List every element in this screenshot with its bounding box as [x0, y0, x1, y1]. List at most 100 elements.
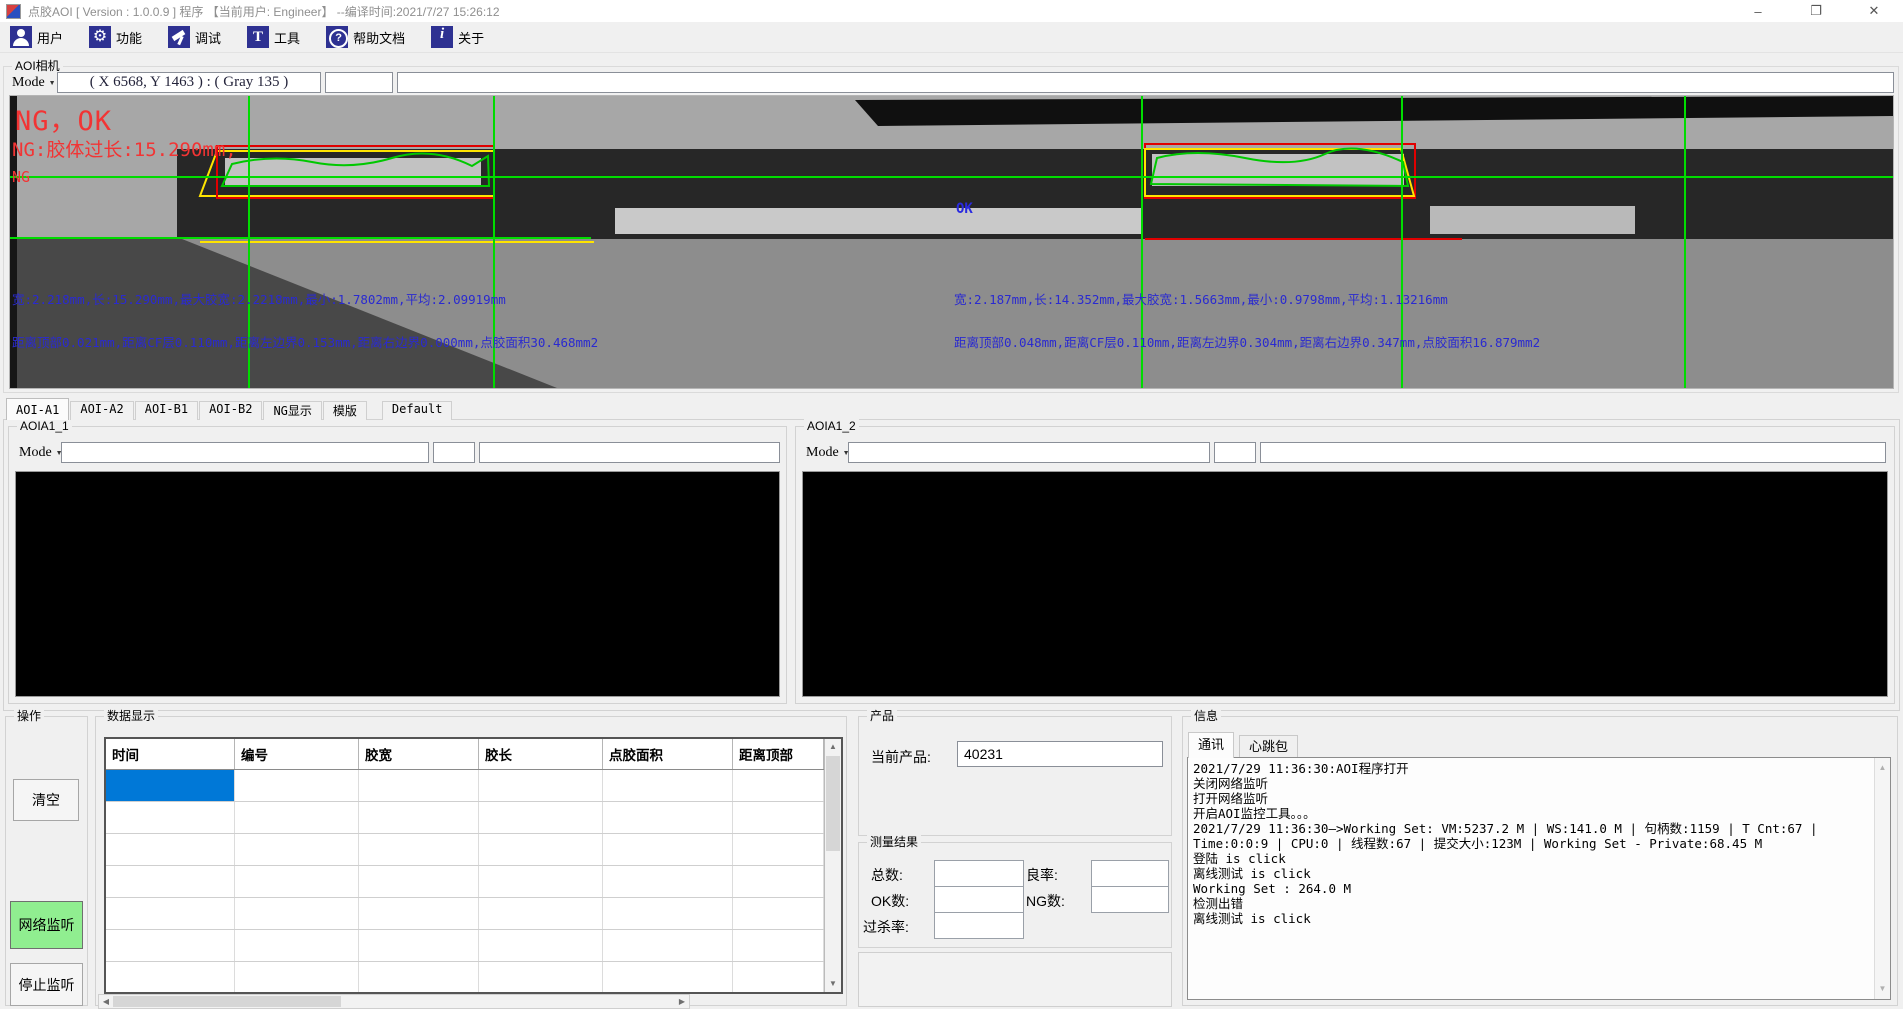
table-cell[interactable] [359, 930, 479, 961]
clear-button[interactable]: 清空 [13, 779, 79, 821]
table-cell[interactable] [733, 834, 824, 865]
scroll-down-icon[interactable]: ▼ [1875, 981, 1890, 997]
toolbar-item-about[interactable]: 关于 [431, 26, 484, 48]
table-cell[interactable] [479, 770, 603, 801]
tab-aoi-b2[interactable]: AOI-B2 [199, 401, 262, 420]
table-cell[interactable] [733, 962, 824, 993]
ng-count-field[interactable] [1091, 886, 1169, 913]
log-vertical-scrollbar[interactable]: ▲ ▼ [1874, 758, 1890, 999]
table-cell[interactable] [235, 834, 359, 865]
table-cell[interactable] [359, 802, 479, 833]
table-cell[interactable] [106, 962, 235, 993]
column-header-time[interactable]: 时间 [106, 739, 235, 769]
camera-field-2[interactable] [325, 72, 393, 93]
table-cell[interactable] [479, 866, 603, 897]
table-cell[interactable] [235, 802, 359, 833]
table-cell[interactable] [733, 930, 824, 961]
total-field[interactable] [934, 860, 1024, 887]
column-header-glue-area[interactable]: 点胶面积 [603, 739, 733, 769]
yield-field[interactable] [1091, 860, 1169, 887]
column-header-glue-length[interactable]: 胶长 [479, 739, 603, 769]
tab-comm[interactable]: 通讯 [1188, 732, 1234, 758]
column-header-glue-width[interactable]: 胶宽 [359, 739, 479, 769]
left-field-1[interactable] [61, 442, 429, 463]
table-cell[interactable] [359, 770, 479, 801]
overkill-field[interactable] [934, 912, 1024, 939]
tab-aoi-a2[interactable]: AOI-A2 [70, 401, 133, 420]
network-listen-button[interactable]: 网络监听 [10, 901, 83, 949]
table-cell[interactable] [603, 930, 733, 961]
table-cell[interactable] [359, 834, 479, 865]
table-cell[interactable] [733, 898, 824, 929]
table-cell[interactable] [603, 898, 733, 929]
table-cell[interactable] [235, 770, 359, 801]
left-image-view[interactable] [15, 471, 780, 697]
table-cell[interactable] [235, 898, 359, 929]
column-header-id[interactable]: 编号 [235, 739, 359, 769]
table-cell[interactable] [479, 930, 603, 961]
tab-template[interactable]: 模版 [323, 401, 367, 420]
scroll-up-icon[interactable]: ▲ [825, 739, 841, 755]
scroll-up-icon[interactable]: ▲ [1875, 760, 1890, 776]
table-cell[interactable] [479, 834, 603, 865]
tab-heartbeat[interactable]: 心跳包 [1239, 735, 1298, 757]
scroll-left-icon[interactable]: ◀ [99, 995, 113, 1008]
left-field-3[interactable] [479, 442, 780, 463]
toolbar-item-help[interactable]: 帮助文档 [326, 26, 405, 48]
table-cell[interactable] [603, 834, 733, 865]
camera-mode-dropdown[interactable]: Mode ▼ [8, 73, 54, 93]
tab-aoi-b1[interactable]: AOI-B1 [135, 401, 198, 420]
table-cell[interactable] [603, 770, 733, 801]
tab-default[interactable]: Default [382, 401, 453, 420]
table-cell[interactable] [603, 962, 733, 993]
tab-aoi-a1[interactable]: AOI-A1 [6, 398, 69, 420]
table-vertical-scrollbar[interactable]: ▲ ▼ [824, 739, 841, 992]
toolbar-item-user[interactable]: 用户 [10, 26, 63, 48]
restore-button[interactable]: ❐ [1787, 0, 1845, 22]
table-cell[interactable] [106, 866, 235, 897]
toolbar-item-functions[interactable]: 功能 [89, 26, 142, 48]
table-cell[interactable] [603, 802, 733, 833]
table-cell[interactable] [106, 930, 235, 961]
table-cell[interactable] [235, 930, 359, 961]
scroll-right-icon[interactable]: ▶ [675, 995, 689, 1008]
table-cell[interactable] [106, 834, 235, 865]
table-cell[interactable] [359, 866, 479, 897]
camera-image[interactable]: NG，OK NG:胶体过长:15.290mm, NG OK 宽:2.218mm,… [9, 95, 1894, 389]
table-cell[interactable] [106, 802, 235, 833]
table-cell[interactable] [603, 866, 733, 897]
table-cell-selected[interactable] [106, 770, 235, 801]
table-cell[interactable] [235, 866, 359, 897]
table-cell[interactable] [479, 962, 603, 993]
camera-field-3[interactable] [397, 72, 1894, 93]
scroll-down-icon[interactable]: ▼ [825, 976, 841, 992]
table-cell[interactable] [106, 898, 235, 929]
right-mode-dropdown[interactable]: Mode ▼ [802, 443, 848, 463]
right-field-3[interactable] [1260, 442, 1886, 463]
scrollbar-thumb[interactable] [826, 756, 840, 851]
table-cell[interactable] [359, 898, 479, 929]
table-cell[interactable] [479, 898, 603, 929]
table-cell[interactable] [733, 866, 824, 897]
tab-ng-display[interactable]: NG显示 [263, 401, 321, 420]
log-output[interactable]: 2021/7/29 11:36:30:AOI程序打开 关闭网络监听 打开网络监听… [1187, 757, 1891, 1000]
table-cell[interactable] [359, 962, 479, 993]
right-field-2[interactable] [1214, 442, 1256, 463]
column-header-distance-top[interactable]: 距离顶部 [733, 739, 824, 769]
ok-count-field[interactable] [934, 886, 1024, 913]
left-mode-dropdown[interactable]: Mode ▼ [15, 443, 61, 463]
scrollbar-thumb[interactable] [113, 996, 341, 1007]
close-button[interactable]: ✕ [1845, 0, 1903, 22]
stop-listen-button[interactable]: 停止监听 [10, 963, 83, 1006]
current-product-field[interactable]: 40231 [957, 741, 1163, 767]
table-cell[interactable] [733, 802, 824, 833]
camera-coordinate-field[interactable]: ( X 6568, Y 1463 ) : ( Gray 135 ) [57, 72, 321, 93]
minimize-button[interactable]: – [1729, 0, 1787, 22]
table-cell[interactable] [733, 770, 824, 801]
toolbar-item-tools[interactable]: 工具 [247, 26, 300, 48]
right-field-1[interactable] [848, 442, 1210, 463]
left-field-2[interactable] [433, 442, 475, 463]
toolbar-item-debug[interactable]: 调试 [168, 26, 221, 48]
table-horizontal-scrollbar[interactable]: ◀ ▶ [98, 994, 690, 1009]
right-image-view[interactable] [802, 471, 1888, 697]
